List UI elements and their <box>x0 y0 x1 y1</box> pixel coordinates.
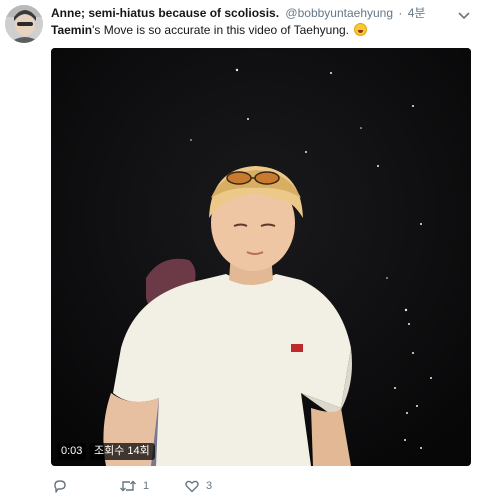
retweet-icon <box>119 478 137 494</box>
mention[interactable]: Taemin <box>51 23 92 37</box>
username-handle[interactable]: @bobbyuntaehyung <box>285 6 393 20</box>
tweet-header: Anne; semi-hiatus because of scoliosis. … <box>51 5 451 21</box>
reply-button[interactable] <box>52 477 74 495</box>
tweet-body: 's Move is so accurate in this video of … <box>92 23 349 37</box>
heart-icon <box>184 478 200 494</box>
display-name[interactable]: Anne; semi-hiatus because of scoliosis. <box>51 6 279 20</box>
timestamp[interactable]: 4분 <box>408 6 426 20</box>
avatar[interactable] <box>5 5 43 43</box>
tweet-card[interactable]: Anne; semi-hiatus because of scoliosis. … <box>0 0 480 502</box>
video-duration-badge: 0:03 <box>57 443 87 460</box>
like-button[interactable]: 3 <box>184 477 212 495</box>
laughing-emoji-icon <box>354 23 368 36</box>
tweet-actions: 1 3 <box>51 477 471 497</box>
view-count-badge: 조회수 14회 <box>89 443 155 460</box>
time-separator: · <box>398 6 403 20</box>
retweet-button[interactable]: 1 <box>119 477 149 495</box>
retweet-count: 1 <box>143 480 150 492</box>
reply-icon <box>52 478 68 494</box>
video-player[interactable] <box>51 48 471 466</box>
chevron-down-icon[interactable] <box>457 8 471 20</box>
like-count: 3 <box>206 480 213 492</box>
tweet-text: Taemin's Move is so accurate in this vid… <box>51 22 471 38</box>
